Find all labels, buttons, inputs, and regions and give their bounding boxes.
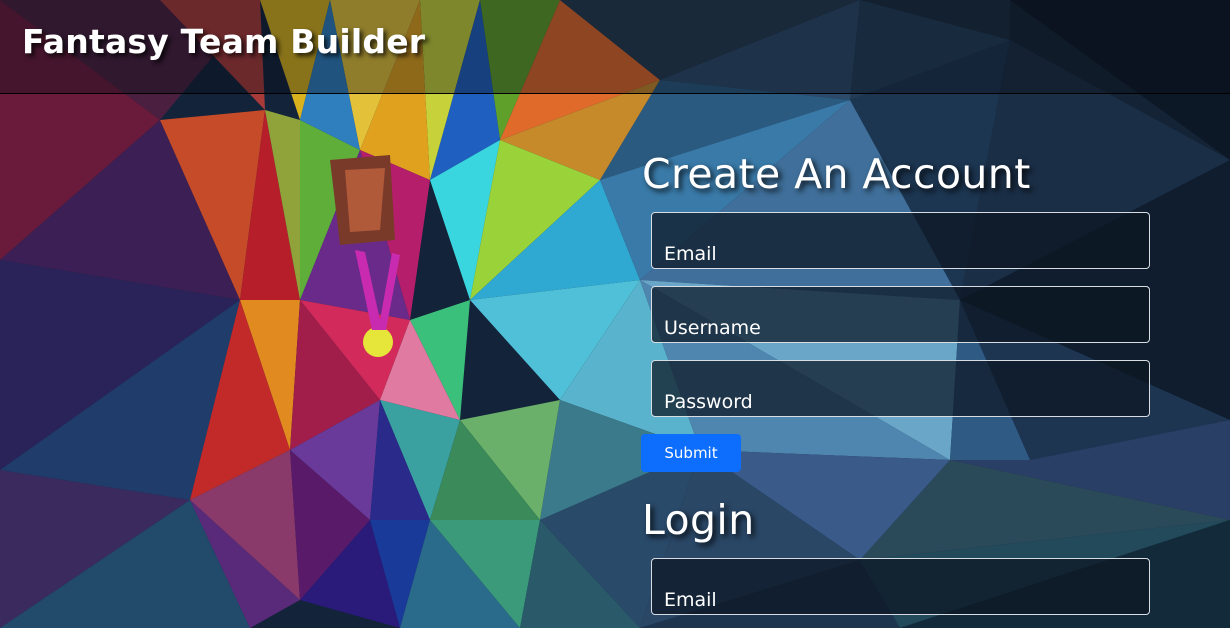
header-bar: Fantasy Team Builder [0,0,1230,94]
page: Fantasy Team Builder Create An Account S… [0,0,1230,628]
signup-username-input[interactable] [651,286,1150,343]
app-title: Fantasy Team Builder [22,22,426,61]
signup-email-input[interactable] [651,212,1150,269]
signup-password-input[interactable] [651,360,1150,417]
submit-button[interactable]: Submit [641,434,741,472]
login-title: Login [642,496,755,544]
create-account-title: Create An Account [642,150,1031,198]
login-email-input[interactable] [651,558,1150,615]
